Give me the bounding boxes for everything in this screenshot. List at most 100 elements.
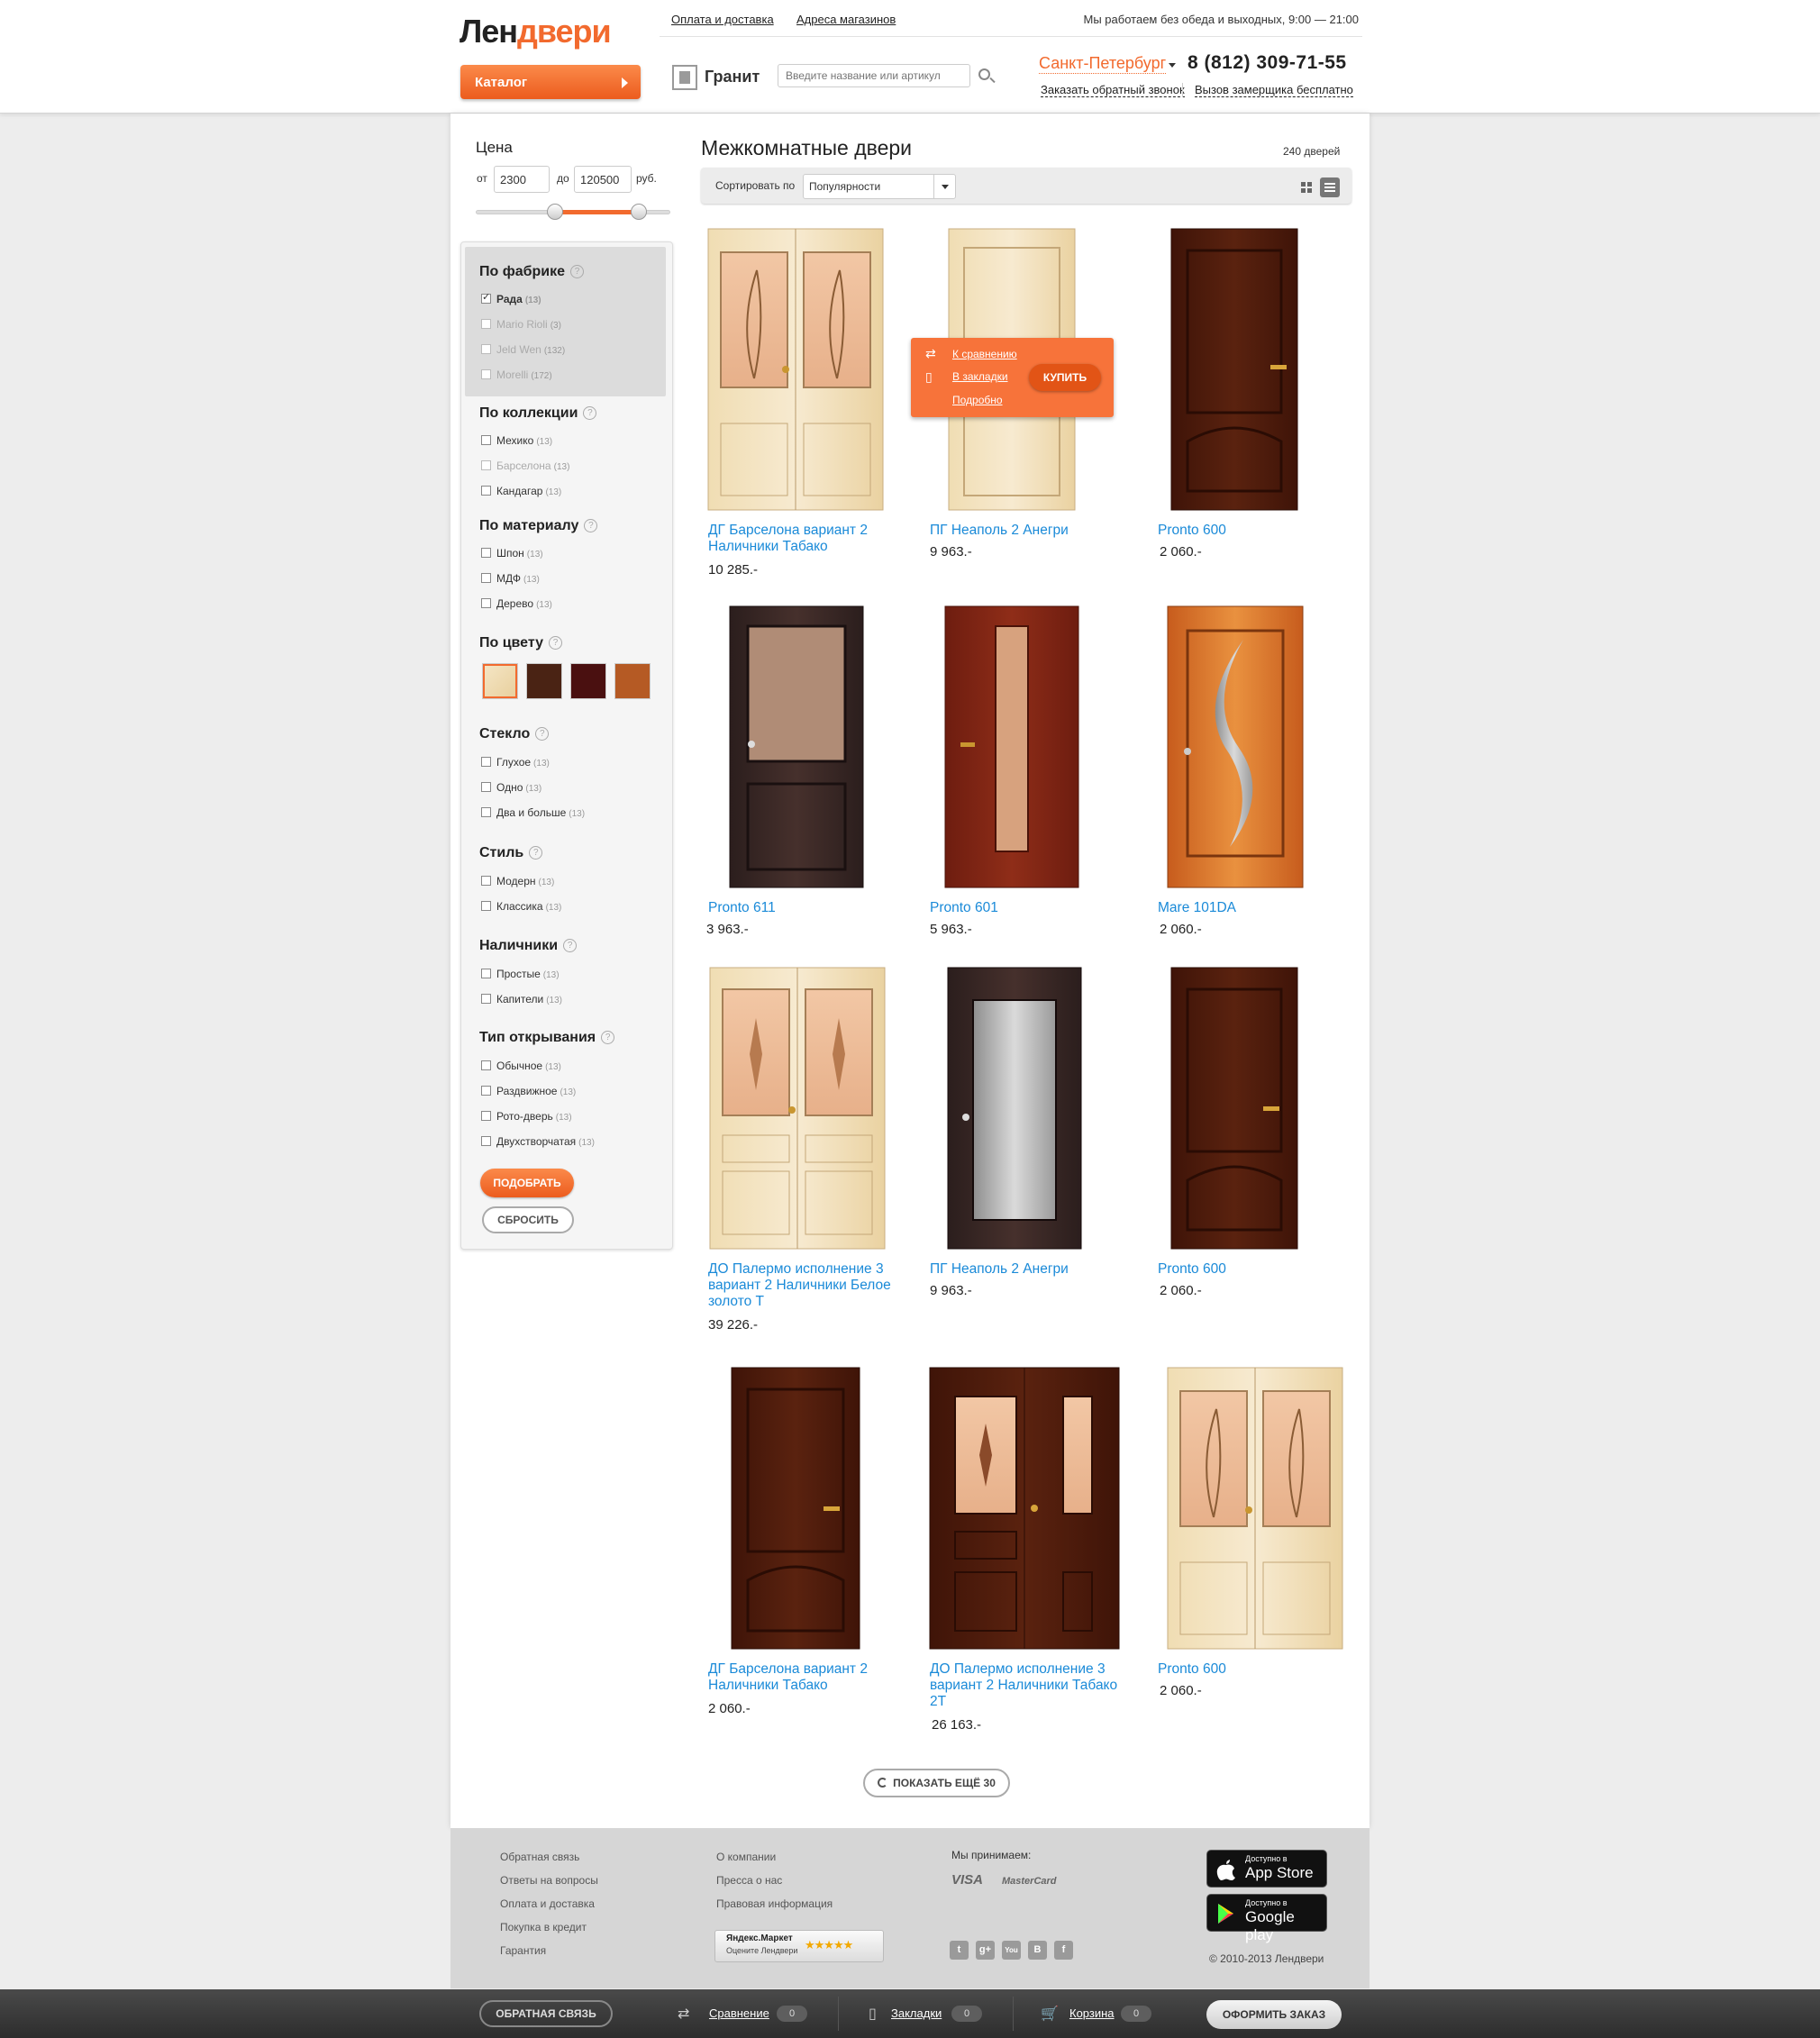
reset-filters-button[interactable]: СБРОСИТЬ (482, 1206, 574, 1233)
site-logo[interactable]: Лендвери (460, 13, 612, 50)
price-slider-min-handle[interactable] (547, 204, 563, 220)
checkbox[interactable] (481, 486, 491, 496)
color-swatch-oak[interactable] (614, 663, 651, 699)
compare-link[interactable]: Сравнение (709, 2006, 769, 2020)
help-icon[interactable]: ? (584, 519, 598, 533)
checkbox[interactable] (481, 548, 491, 559)
filter-item-capitals[interactable]: Капители (13) (481, 993, 562, 1005)
checkbox[interactable] (481, 1060, 491, 1071)
grid-view-icon[interactable] (1301, 182, 1312, 193)
add-to-compare-link[interactable]: К сравнению (952, 348, 1017, 360)
measurer-link[interactable]: Вызов замерщика бесплатно (1195, 83, 1353, 97)
filter-item-classic[interactable]: Классика (13) (481, 900, 561, 913)
filter-item-solid[interactable]: Глухое (13) (481, 756, 550, 769)
product-name-2[interactable]: ПГ Неаполь 2 Анегри (930, 523, 1128, 539)
twitter-icon[interactable]: t (950, 1941, 969, 1960)
footer-link-warranty[interactable]: Гарантия (500, 1944, 546, 1957)
apply-filters-button[interactable]: ПОДОБРАТЬ (480, 1169, 574, 1197)
checkbox[interactable] (481, 598, 491, 609)
filter-item-mexico[interactable]: Мехико (13) (481, 434, 552, 447)
callback-link[interactable]: Заказать обратный звонок (1041, 83, 1185, 97)
payment-delivery-link[interactable]: Оплата и доставка (671, 13, 774, 26)
google-play-button[interactable]: Доступно в Google play (1206, 1894, 1327, 1943)
filter-item-kandagar[interactable]: Кандагар (13) (481, 485, 561, 497)
feedback-button[interactable]: ОБРАТНАЯ СВЯЗЬ (479, 2000, 613, 2027)
add-to-bookmarks-link[interactable]: В закладки (952, 370, 1008, 383)
search-icon[interactable] (978, 68, 990, 80)
filter-item-simple-trim[interactable]: Простые (13) (481, 968, 560, 980)
product-name-12[interactable]: Pronto 600 (1158, 1661, 1356, 1678)
product-name-4[interactable]: Pronto 611 (708, 900, 906, 916)
details-link[interactable]: Подробно (952, 394, 1003, 406)
product-name-10[interactable]: ДГ Барселона вариант 2 Наличники Табако (708, 1661, 906, 1694)
footer-link-faq[interactable]: Ответы на вопросы (500, 1874, 598, 1887)
youtube-icon[interactable]: You (1002, 1941, 1021, 1960)
checkbox[interactable] (481, 994, 491, 1005)
filter-item-sliding[interactable]: Раздвижное (13) (481, 1085, 576, 1097)
color-swatch-light[interactable] (482, 663, 518, 699)
footer-link-payment[interactable]: Оплата и доставка (500, 1897, 595, 1910)
product-name-5[interactable]: Pronto 601 (930, 900, 1128, 916)
filter-item-wood[interactable]: Дерево (13) (481, 597, 552, 610)
help-icon[interactable]: ? (549, 636, 562, 651)
vk-icon[interactable]: B (1028, 1941, 1047, 1960)
help-icon[interactable]: ? (529, 846, 543, 860)
product-name-7[interactable]: ДО Палермо исполнение 3 вариант 2 Наличн… (708, 1261, 906, 1310)
footer-link-feedback[interactable]: Обратная связь (500, 1851, 579, 1863)
caret-down-icon[interactable] (1169, 63, 1176, 68)
product-name-8[interactable]: ПГ Неаполь 2 Анегри (930, 1261, 1128, 1278)
checkbox[interactable] (481, 1136, 491, 1147)
checkbox-checked[interactable] (481, 291, 491, 305)
filter-item-mdf[interactable]: МДФ (13) (481, 572, 540, 585)
city-selector[interactable]: Санкт-Петербург (1039, 54, 1167, 74)
filter-item-regular[interactable]: Обычное (13) (481, 1060, 561, 1072)
product-name-3[interactable]: Pronto 600 (1158, 523, 1356, 539)
filter-item-double-leaf[interactable]: Двухстворчатая (13) (481, 1135, 595, 1148)
color-swatch-dark-brown[interactable] (526, 663, 562, 699)
product-name-6[interactable]: Mare 101DA (1158, 900, 1356, 916)
product-name-1[interactable]: ДГ Барселона вариант 2 Наличники Табако (708, 523, 906, 555)
checkbox[interactable] (481, 573, 491, 584)
checkbox[interactable] (481, 1111, 491, 1122)
help-icon[interactable]: ? (570, 265, 585, 279)
product-name-11[interactable]: ДО Палермо исполнение 3 вариант 2 Наличн… (930, 1661, 1128, 1710)
checkbox[interactable] (481, 969, 491, 979)
checkbox[interactable] (481, 876, 491, 887)
checkbox[interactable] (481, 435, 491, 446)
filter-item-two-plus-glass[interactable]: Два и больше (13) (481, 806, 585, 819)
filter-item-veneer[interactable]: Шпон (13) (481, 547, 543, 560)
facebook-icon[interactable]: f (1054, 1941, 1073, 1960)
filter-item-rada[interactable]: Рада(13) (481, 291, 541, 305)
search-input[interactable] (778, 64, 970, 87)
checkbox[interactable] (481, 807, 491, 818)
help-icon[interactable]: ? (563, 939, 578, 953)
price-slider-max-handle[interactable] (631, 204, 647, 220)
help-icon[interactable]: ? (583, 406, 597, 421)
color-swatch-mahogany[interactable] (570, 663, 606, 699)
catalog-button[interactable]: Каталог (460, 65, 641, 99)
checkbox[interactable] (481, 901, 491, 912)
filter-item-one-glass[interactable]: Одно (13) (481, 781, 541, 794)
product-name-9[interactable]: Pronto 600 (1158, 1261, 1356, 1278)
load-more-button[interactable]: ПОКАЗАТЬ ЕЩЁ 30 (863, 1769, 1010, 1797)
list-view-icon[interactable] (1320, 177, 1340, 197)
price-to-input[interactable] (574, 166, 632, 193)
app-store-button[interactable]: Доступно в App Store (1206, 1850, 1327, 1888)
checkbox[interactable] (481, 757, 491, 768)
google-plus-icon[interactable]: g+ (976, 1941, 995, 1960)
store-addresses-link[interactable]: Адреса магазинов (796, 13, 896, 26)
sort-select[interactable]: Популярности (803, 174, 956, 199)
help-icon[interactable]: ? (535, 727, 550, 742)
cart-link[interactable]: Корзина (1069, 2006, 1115, 2020)
checkbox[interactable] (481, 1086, 491, 1096)
filter-item-roto[interactable]: Рото-дверь (13) (481, 1110, 572, 1123)
checkbox[interactable] (481, 782, 491, 793)
checkout-button[interactable]: ОФОРМИТЬ ЗАКАЗ (1206, 2000, 1342, 2029)
footer-link-legal[interactable]: Правовая информация (716, 1897, 833, 1910)
footer-link-about[interactable]: О компании (716, 1851, 776, 1863)
price-from-input[interactable] (494, 166, 550, 193)
bookmarks-link[interactable]: Закладки (891, 2006, 942, 2020)
help-icon[interactable]: ? (601, 1031, 615, 1045)
footer-link-press[interactable]: Пресса о нас (716, 1874, 782, 1887)
buy-button[interactable]: КУПИТЬ (1029, 364, 1101, 391)
